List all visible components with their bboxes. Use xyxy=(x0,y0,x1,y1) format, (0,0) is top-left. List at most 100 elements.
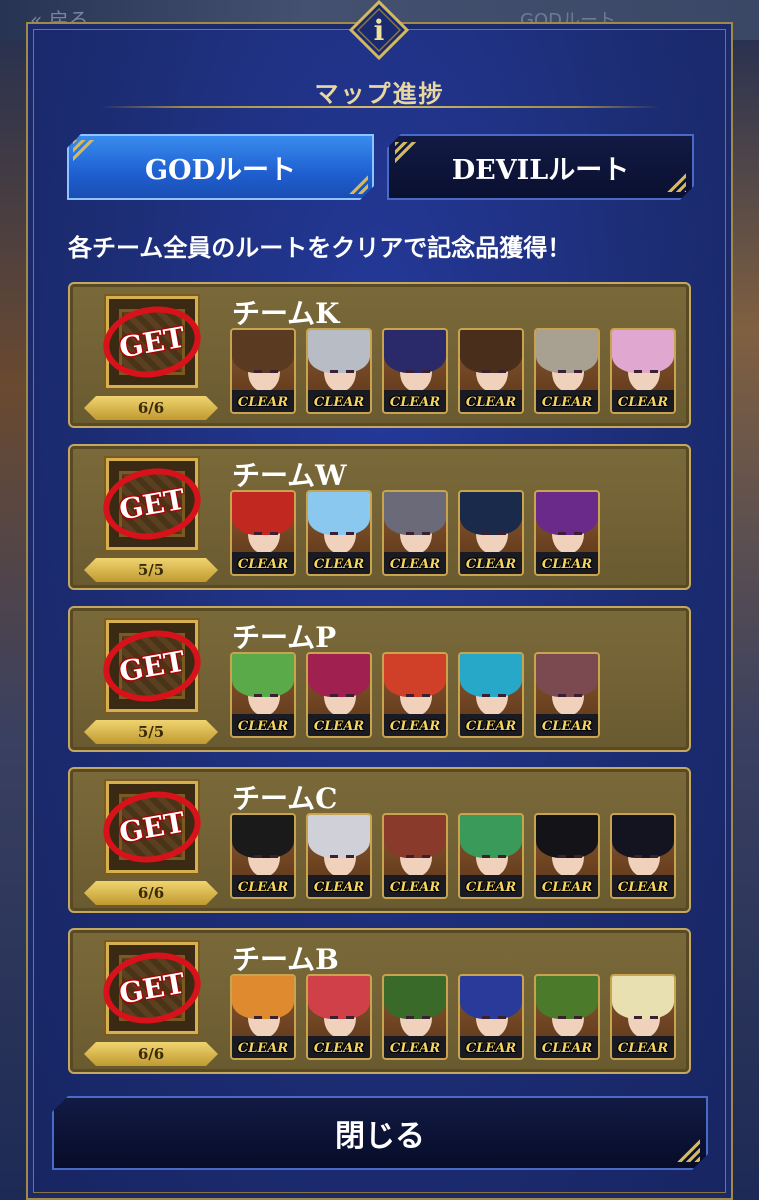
character-hair xyxy=(460,815,522,858)
reward-icon[interactable]: GET xyxy=(97,781,207,873)
character-eye xyxy=(346,532,354,535)
team-card[interactable]: GET 6/6 チームB CLEAR CLEAR CLEAR CLEAR CLEAR CLEAR xyxy=(68,928,691,1074)
reward-icon[interactable]: GET xyxy=(97,296,207,388)
tab-stripe-decoration xyxy=(395,142,417,164)
member-portrait[interactable]: CLEAR xyxy=(534,974,600,1060)
member-portrait[interactable]: CLEAR xyxy=(458,652,524,738)
member-portrait[interactable]: CLEAR xyxy=(382,490,448,576)
character-eye xyxy=(330,370,338,373)
member-list: CLEAR CLEAR CLEAR CLEAR CLEAR CLEAR xyxy=(230,813,676,899)
member-portrait[interactable]: CLEAR xyxy=(306,328,372,414)
character-hair xyxy=(536,330,598,373)
member-portrait[interactable]: CLEAR xyxy=(382,974,448,1060)
progress-count: 6/6 xyxy=(84,881,218,905)
character-hair xyxy=(384,492,446,535)
member-portrait[interactable]: CLEAR xyxy=(458,813,524,899)
tab-god-route[interactable]: GODルート xyxy=(67,134,374,200)
member-portrait[interactable]: CLEAR xyxy=(610,974,676,1060)
character-eye xyxy=(406,532,414,535)
character-eye xyxy=(482,855,490,858)
character-hair xyxy=(308,492,370,535)
member-portrait[interactable]: CLEAR xyxy=(534,652,600,738)
character-eye xyxy=(482,532,490,535)
progress-count: 5/5 xyxy=(84,558,218,582)
clear-badge: CLEAR xyxy=(389,719,441,734)
member-portrait[interactable]: CLEAR xyxy=(306,974,372,1060)
member-portrait[interactable]: CLEAR xyxy=(610,813,676,899)
character-eye xyxy=(270,855,278,858)
character-hair xyxy=(460,654,522,697)
character-eye xyxy=(346,855,354,858)
member-portrait[interactable]: CLEAR xyxy=(610,328,676,414)
clear-badge: CLEAR xyxy=(389,395,441,410)
member-portrait[interactable]: CLEAR xyxy=(458,974,524,1060)
clear-badge: CLEAR xyxy=(313,719,365,734)
member-portrait[interactable]: CLEAR xyxy=(306,490,372,576)
character-hair xyxy=(232,654,294,697)
tab-stripe-decoration xyxy=(664,170,686,192)
member-portrait[interactable]: CLEAR xyxy=(382,813,448,899)
team-card[interactable]: GET 6/6 チームK CLEAR CLEAR CLEAR CLEAR CLEAR CLEAR xyxy=(68,282,691,428)
clear-badge: CLEAR xyxy=(313,1041,365,1056)
team-card[interactable]: GET 5/5 チームP CLEAR CLEAR CLEAR CLEAR CLEAR xyxy=(68,606,691,752)
member-portrait[interactable]: CLEAR xyxy=(458,328,524,414)
member-portrait[interactable]: CLEAR xyxy=(306,652,372,738)
character-eye xyxy=(498,370,506,373)
tab-devil-route[interactable]: DEVILルート xyxy=(387,134,694,200)
member-portrait[interactable]: CLEAR xyxy=(230,813,296,899)
character-hair xyxy=(308,654,370,697)
get-stamp: GET xyxy=(97,299,207,385)
background-right xyxy=(733,40,759,1200)
progress-count: 6/6 xyxy=(84,1042,218,1066)
character-eye xyxy=(422,694,430,697)
get-stamp-label: GET xyxy=(116,320,188,364)
get-stamp: GET xyxy=(97,945,207,1031)
member-portrait[interactable]: CLEAR xyxy=(534,813,600,899)
character-hair xyxy=(460,976,522,1019)
team-name: チームB xyxy=(232,943,339,976)
get-stamp-label: GET xyxy=(116,644,188,688)
member-portrait[interactable]: CLEAR xyxy=(230,328,296,414)
character-hair xyxy=(612,330,674,373)
character-hair xyxy=(232,492,294,535)
button-stripe-decoration xyxy=(676,1138,700,1162)
character-eye xyxy=(422,370,430,373)
member-portrait[interactable]: CLEAR xyxy=(382,652,448,738)
character-eye xyxy=(270,1016,278,1019)
tab-devil-route-label: DEVILルート xyxy=(451,154,630,186)
character-eye xyxy=(482,1016,490,1019)
progress-count: 6/6 xyxy=(84,396,218,420)
character-hair xyxy=(460,492,522,535)
team-name: チームC xyxy=(232,782,338,815)
team-name: チームW xyxy=(232,459,347,492)
team-card[interactable]: GET 5/5 チームW CLEAR CLEAR CLEAR CLEAR CLEAR xyxy=(68,444,691,590)
character-eye xyxy=(574,370,582,373)
reward-icon[interactable]: GET xyxy=(97,620,207,712)
member-portrait[interactable]: CLEAR xyxy=(230,652,296,738)
clear-badge: CLEAR xyxy=(313,880,365,895)
member-portrait[interactable]: CLEAR xyxy=(534,328,600,414)
get-stamp-label: GET xyxy=(116,482,188,526)
character-hair xyxy=(232,815,294,858)
member-portrait[interactable]: CLEAR xyxy=(306,813,372,899)
member-portrait[interactable]: CLEAR xyxy=(230,490,296,576)
character-eye xyxy=(498,855,506,858)
character-hair xyxy=(384,815,446,858)
team-card[interactable]: GET 6/6 チームC CLEAR CLEAR CLEAR CLEAR CLEAR CLEAR xyxy=(68,767,691,913)
member-portrait[interactable]: CLEAR xyxy=(534,490,600,576)
clear-badge: CLEAR xyxy=(389,880,441,895)
dialog-title: マップ進捗 xyxy=(314,79,445,108)
character-eye xyxy=(574,1016,582,1019)
reward-icon[interactable]: GET xyxy=(97,942,207,1034)
reward-icon[interactable]: GET xyxy=(97,458,207,550)
character-eye xyxy=(574,855,582,858)
member-portrait[interactable]: CLEAR xyxy=(230,974,296,1060)
character-eye xyxy=(346,370,354,373)
member-portrait[interactable]: CLEAR xyxy=(458,490,524,576)
character-eye xyxy=(650,1016,658,1019)
character-eye xyxy=(422,532,430,535)
member-portrait[interactable]: CLEAR xyxy=(382,328,448,414)
character-hair xyxy=(612,815,674,858)
close-button[interactable]: 閉じる xyxy=(52,1096,708,1170)
character-eye xyxy=(330,694,338,697)
